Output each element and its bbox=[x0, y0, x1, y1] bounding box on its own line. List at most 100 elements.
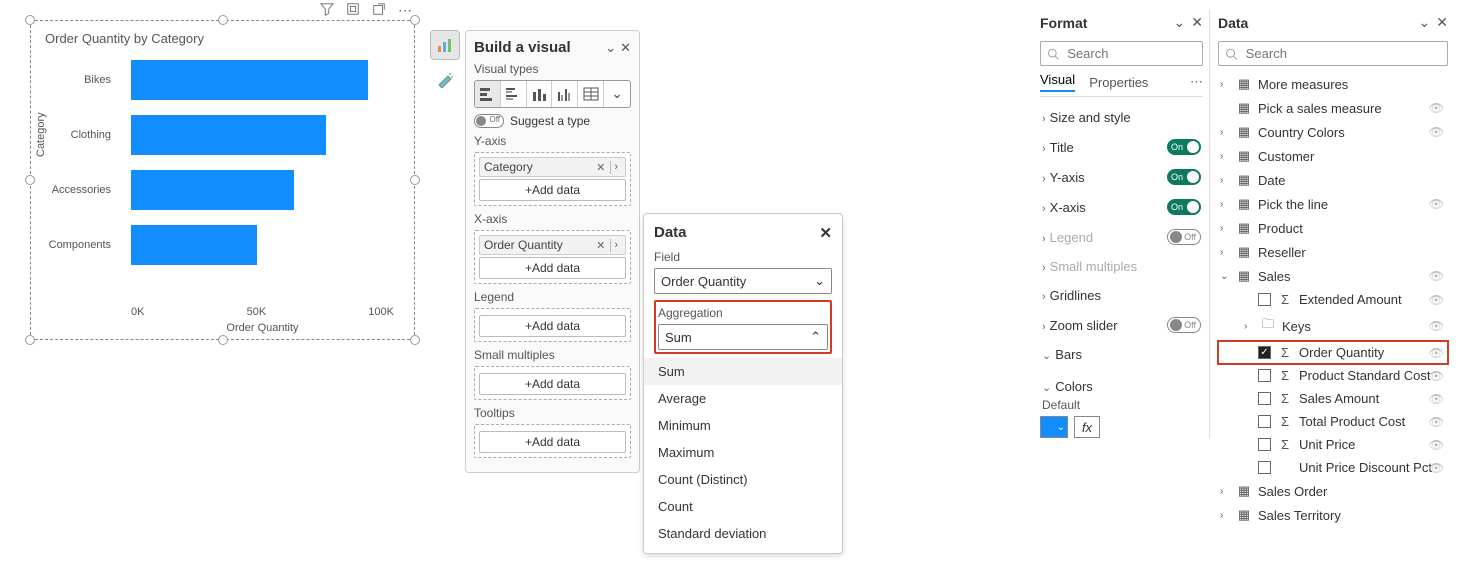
close-icon[interactable]: ✕ bbox=[1191, 14, 1203, 31]
tree-item-unit-price-discount-pct[interactable]: Unit Price Discount Pct👁 bbox=[1218, 456, 1448, 479]
tree-item-product[interactable]: ›▦Product bbox=[1218, 216, 1448, 240]
xaxis-toggle[interactable]: On bbox=[1167, 199, 1201, 215]
hidden-icon: 👁 bbox=[1429, 101, 1444, 115]
add-data-button[interactable]: +Add data bbox=[479, 431, 626, 453]
aggregation-option[interactable]: Count bbox=[644, 493, 842, 520]
tree-item-more-measures[interactable]: ›▦More measures bbox=[1218, 72, 1448, 96]
tree-item-sales-amount[interactable]: ΣSales Amount👁 bbox=[1218, 387, 1448, 410]
yaxis-field-chip[interactable]: Category ✕› bbox=[479, 157, 626, 177]
aggregation-option[interactable]: Maximum bbox=[644, 439, 842, 466]
tree-item-pick-sales-measure[interactable]: ▦Pick a sales measure👁 bbox=[1218, 96, 1448, 120]
aggregation-option[interactable]: Minimum bbox=[644, 412, 842, 439]
add-data-button[interactable]: +Add data bbox=[479, 257, 626, 279]
tree-item-pick-the-line[interactable]: ›▦Pick the line👁 bbox=[1218, 192, 1448, 216]
tree-item-keys[interactable]: ›🗀Keys👁 bbox=[1218, 311, 1448, 341]
conditional-formatting-button[interactable]: fx bbox=[1074, 416, 1100, 438]
legend-field-well[interactable]: +Add data bbox=[474, 308, 631, 342]
tree-item-product-standard-cost[interactable]: ΣProduct Standard Cost👁 bbox=[1218, 364, 1448, 387]
aggregation-option[interactable]: Average bbox=[644, 385, 842, 412]
chevron-down-icon[interactable]: ⌄ bbox=[1174, 14, 1186, 31]
tree-item-extended-amount[interactable]: ΣExtended Amount👁 bbox=[1218, 288, 1448, 311]
tree-item-total-product-cost[interactable]: ΣTotal Product Cost👁 bbox=[1218, 410, 1448, 433]
filter-icon[interactable] bbox=[320, 2, 334, 19]
yaxis-toggle[interactable]: On bbox=[1167, 169, 1201, 185]
data-search-input[interactable] bbox=[1218, 41, 1448, 66]
clustered-bar-icon[interactable] bbox=[501, 81, 527, 107]
format-row-bars[interactable]: ⌄Bars bbox=[1040, 340, 1203, 369]
clustered-column-icon[interactable] bbox=[552, 81, 578, 107]
tree-item-sales-territory[interactable]: ›▦Sales Territory bbox=[1218, 503, 1448, 527]
format-row-gridlines[interactable]: ›Gridlines bbox=[1040, 281, 1203, 310]
format-row-title[interactable]: ›TitleOn bbox=[1040, 132, 1203, 162]
resize-handle[interactable] bbox=[25, 335, 35, 345]
field-checkbox[interactable] bbox=[1258, 293, 1271, 306]
search-field[interactable] bbox=[1065, 45, 1196, 62]
tab-visual[interactable]: Visual bbox=[1040, 72, 1075, 92]
tree-item-reseller[interactable]: ›▦Reseller bbox=[1218, 240, 1448, 264]
format-search-input[interactable] bbox=[1040, 41, 1203, 66]
zoom-toggle[interactable]: Off bbox=[1167, 317, 1201, 333]
tree-item-unit-price[interactable]: ΣUnit Price👁 bbox=[1218, 433, 1448, 456]
chevron-down-icon[interactable]: ⌄ bbox=[1419, 14, 1431, 31]
add-data-button[interactable]: +Add data bbox=[479, 373, 626, 395]
table-icon[interactable] bbox=[578, 81, 604, 107]
stacked-bar-icon[interactable] bbox=[475, 81, 501, 107]
yaxis-field-well[interactable]: Category ✕› +Add data bbox=[474, 152, 631, 206]
pane-title: Build a visual bbox=[474, 39, 571, 56]
format-row-yaxis[interactable]: ›Y-axisOn bbox=[1040, 162, 1203, 192]
xaxis-field-well[interactable]: Order Quantity ✕› +Add data bbox=[474, 230, 631, 284]
tree-item-sales[interactable]: ⌄▦Sales👁 bbox=[1218, 264, 1448, 288]
field-checkbox[interactable] bbox=[1258, 438, 1271, 451]
suggest-type-toggle[interactable]: Off bbox=[474, 114, 504, 128]
popout-icon[interactable] bbox=[372, 2, 386, 19]
tree-item-country-colors[interactable]: ›▦Country Colors👁 bbox=[1218, 120, 1448, 144]
title-toggle[interactable]: On bbox=[1167, 139, 1201, 155]
close-icon[interactable]: ✕ bbox=[819, 224, 832, 242]
more-visual-types-chevron[interactable]: ⌄ bbox=[604, 81, 630, 107]
format-row-colors[interactable]: ⌄Colors bbox=[1040, 375, 1203, 398]
resize-handle[interactable] bbox=[218, 15, 228, 25]
xaxis-field-chip[interactable]: Order Quantity ✕› bbox=[479, 235, 626, 255]
resize-handle[interactable] bbox=[410, 335, 420, 345]
chevron-down-icon[interactable]: ⌄ bbox=[605, 40, 616, 56]
more-icon[interactable]: ⋯ bbox=[1190, 74, 1203, 90]
format-row-zoom[interactable]: ›Zoom sliderOff bbox=[1040, 310, 1203, 340]
field-checkbox[interactable]: ✓ bbox=[1258, 346, 1271, 359]
field-checkbox[interactable] bbox=[1258, 461, 1271, 474]
add-data-button[interactable]: +Add data bbox=[479, 179, 626, 201]
tab-properties[interactable]: Properties bbox=[1089, 75, 1148, 90]
tree-item-date[interactable]: ›▦Date bbox=[1218, 168, 1448, 192]
field-dropdown[interactable]: Order Quantity ⌄ bbox=[654, 268, 832, 294]
column-chart-icon[interactable] bbox=[527, 81, 553, 107]
chevron-right-icon[interactable]: › bbox=[610, 161, 621, 174]
tooltips-field-well[interactable]: +Add data bbox=[474, 424, 631, 458]
format-mode-button[interactable] bbox=[430, 64, 460, 94]
build-visual-mode-button[interactable] bbox=[430, 30, 460, 60]
aggregation-option[interactable]: Standard deviation bbox=[644, 520, 842, 547]
field-checkbox[interactable] bbox=[1258, 392, 1271, 405]
tree-item-order-quantity[interactable]: ✓ΣOrder Quantity👁 bbox=[1218, 341, 1448, 364]
close-icon[interactable]: ✕ bbox=[1436, 14, 1448, 31]
resize-handle[interactable] bbox=[218, 335, 228, 345]
field-checkbox[interactable] bbox=[1258, 369, 1271, 382]
format-row-xaxis[interactable]: ›X-axisOn bbox=[1040, 192, 1203, 222]
close-icon[interactable]: ✕ bbox=[620, 40, 631, 56]
resize-handle[interactable] bbox=[410, 15, 420, 25]
search-field[interactable] bbox=[1244, 45, 1441, 62]
chart-visual[interactable]: Order Quantity by Category Category Bike… bbox=[30, 20, 415, 340]
add-data-button[interactable]: +Add data bbox=[479, 315, 626, 337]
format-row-size-style[interactable]: ›Size and style bbox=[1040, 103, 1203, 132]
small-multiples-field-well[interactable]: +Add data bbox=[474, 366, 631, 400]
remove-icon[interactable]: ✕ bbox=[593, 161, 608, 174]
aggregation-option[interactable]: Count (Distinct) bbox=[644, 466, 842, 493]
default-color-swatch[interactable]: ⌄ bbox=[1040, 416, 1068, 438]
tree-item-customer[interactable]: ›▦Customer bbox=[1218, 144, 1448, 168]
focus-icon[interactable] bbox=[346, 2, 360, 19]
resize-handle[interactable] bbox=[25, 15, 35, 25]
tree-item-sales-order[interactable]: ›▦Sales Order bbox=[1218, 479, 1448, 503]
field-checkbox[interactable] bbox=[1258, 415, 1271, 428]
aggregation-dropdown[interactable]: Sum ⌃ bbox=[658, 324, 828, 350]
chevron-right-icon[interactable]: › bbox=[610, 239, 621, 252]
aggregation-option[interactable]: Sum bbox=[644, 358, 842, 385]
remove-icon[interactable]: ✕ bbox=[593, 239, 608, 252]
